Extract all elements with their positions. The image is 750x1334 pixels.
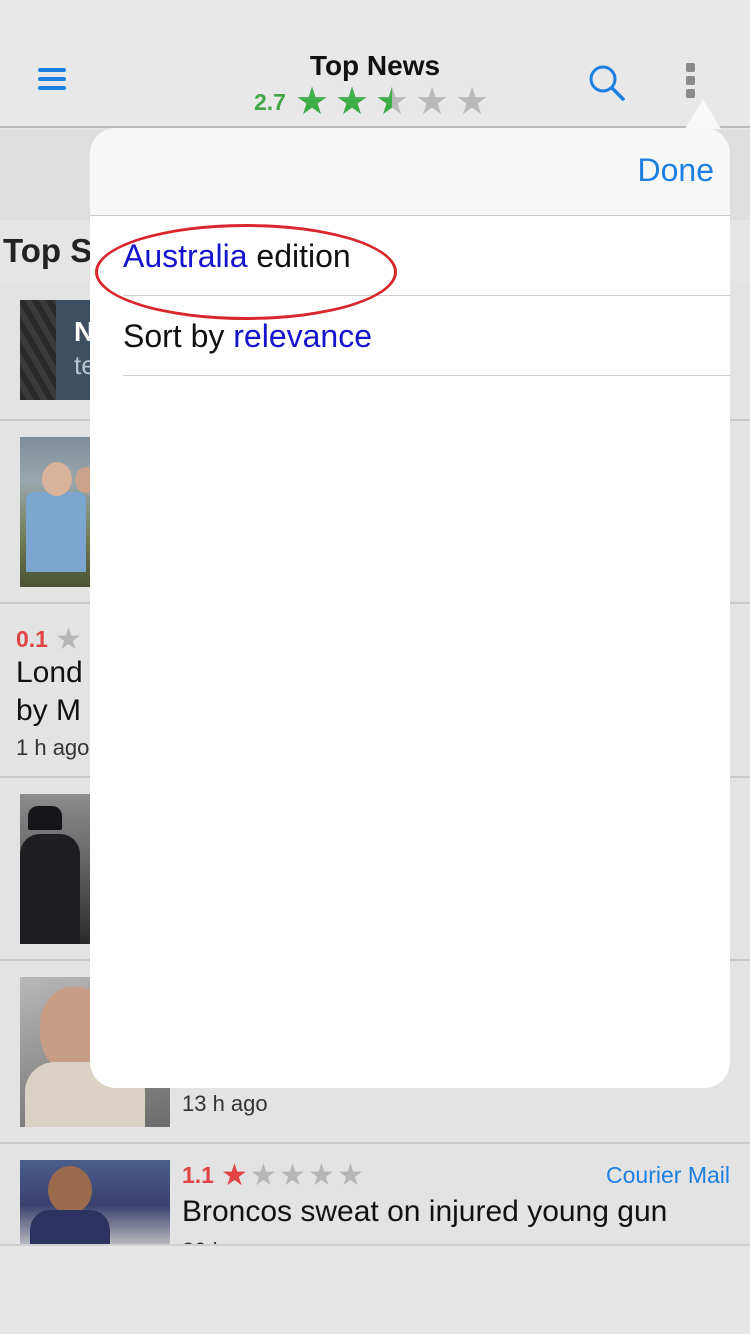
star-icon-empty: ★ <box>279 1159 306 1192</box>
article-time: 13 h ago <box>182 1091 268 1116</box>
navigation-bar: Top News 2.7 ★ ★ ★ ★ ★ <box>0 0 750 128</box>
star-icon-empty: ★ <box>454 81 490 123</box>
article-score: 1.1 <box>182 1162 214 1188</box>
popover-header: Done <box>90 128 730 216</box>
edition-label: edition <box>247 238 351 274</box>
star-icon-half: ★ <box>372 83 412 121</box>
sort-label: Sort by <box>123 318 234 354</box>
edition-value[interactable]: Australia <box>123 238 248 274</box>
section-title: Top S <box>3 232 93 269</box>
bottom-toolbar <box>0 1244 750 1334</box>
settings-popover: Done Australia edition Sort by relevance <box>90 128 730 1088</box>
list-item[interactable]: 1.1 ★ ★ ★ ★ ★ Courier Mail Broncos sweat… <box>0 1144 750 1263</box>
star-icon-empty: ★ <box>55 623 82 656</box>
article-source[interactable]: Courier Mail <box>606 1162 730 1189</box>
search-icon[interactable] <box>587 63 627 103</box>
star-icon-empty: ★ <box>337 1159 364 1192</box>
sort-option[interactable]: Sort by relevance <box>123 296 730 376</box>
page-rating: 2.7 ★ ★ ★ ★ ★ <box>254 81 492 123</box>
article-time: 1 h ago <box>16 735 90 760</box>
article-score: 0.1 <box>16 626 48 652</box>
rating-value: 2.7 <box>254 88 286 115</box>
star-icon-filled: ★ <box>221 1159 248 1192</box>
star-icon-filled: ★ <box>294 81 330 123</box>
article-title: Lond <box>16 656 83 689</box>
page-title: Top News <box>309 50 441 81</box>
star-icon-empty: ★ <box>250 1159 277 1192</box>
star-icon-filled: ★ <box>334 81 370 123</box>
sort-value[interactable]: relevance <box>233 318 372 354</box>
popover-arrow <box>685 99 721 129</box>
star-icon-empty: ★ <box>308 1159 335 1192</box>
more-vertical-icon[interactable] <box>682 63 698 99</box>
done-button[interactable]: Done <box>638 152 715 189</box>
article-thumbnail <box>20 1160 170 1250</box>
edition-option[interactable]: Australia edition <box>95 216 730 320</box>
star-icon-empty: ★ <box>414 81 450 123</box>
article-title: Broncos sweat on injured young gun <box>182 1195 668 1228</box>
article-title-line2: by M <box>16 694 82 727</box>
